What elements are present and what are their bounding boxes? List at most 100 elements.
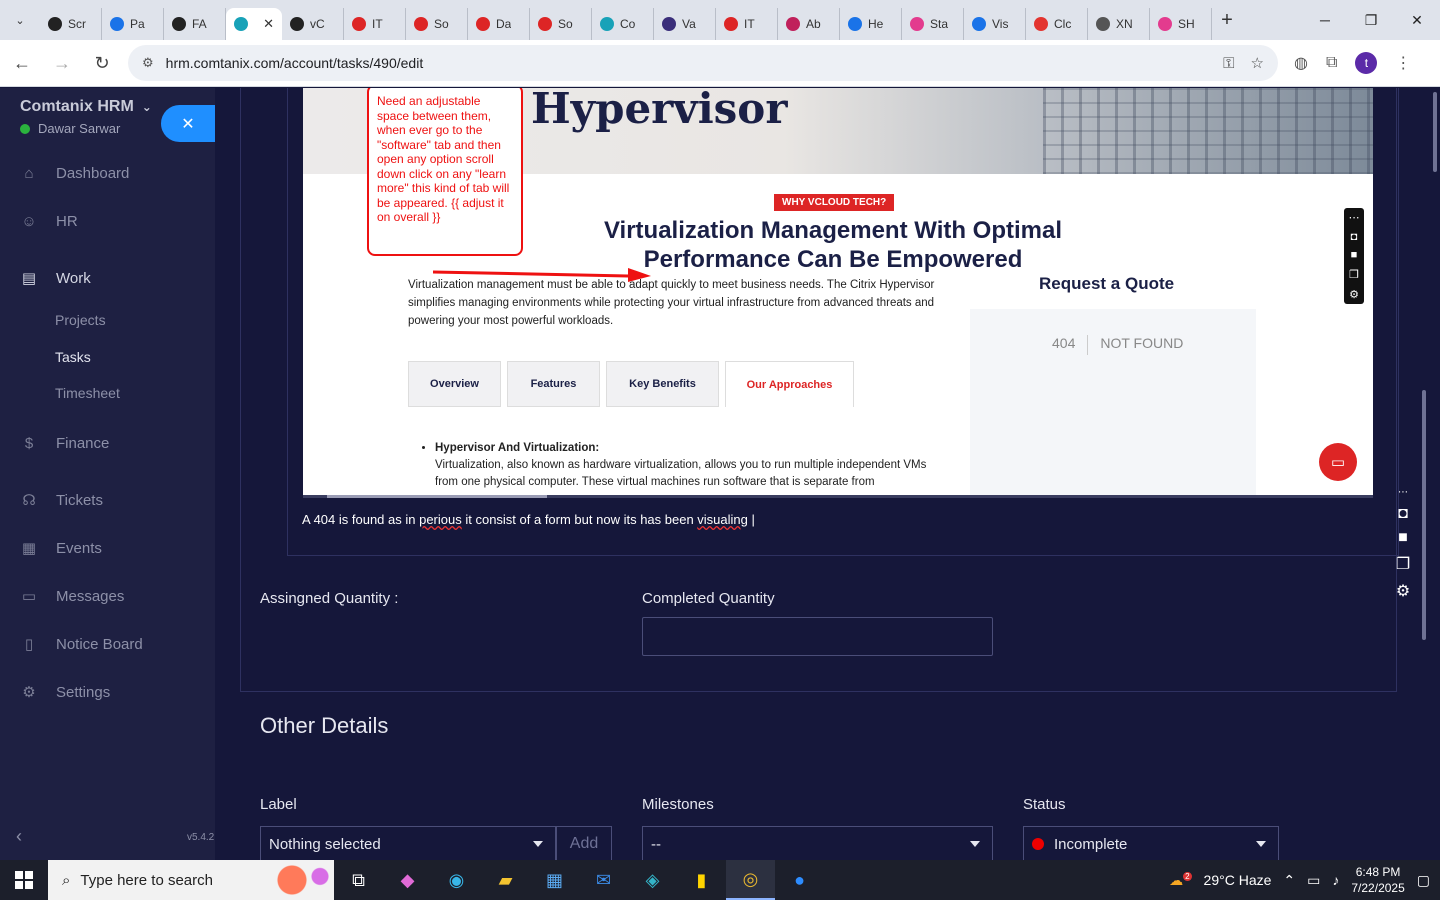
browser-tab[interactable]: Pa: [102, 8, 164, 40]
omnibox[interactable]: ⚙ hrm.comtanix.com/account/tasks/490/edi…: [128, 45, 1278, 81]
task-view-icon[interactable]: ⧉: [334, 860, 383, 900]
video-icon[interactable]: ■: [1398, 529, 1408, 547]
bookmark-star-icon[interactable]: ☆: [1251, 54, 1264, 72]
page-scrollbar-thumb[interactable]: [1422, 390, 1426, 640]
sidebar-item-settings[interactable]: ⚙ Settings: [20, 683, 111, 702]
outer-scrollbar-thumb[interactable]: [1433, 92, 1437, 172]
completed-quantity-input[interactable]: [642, 617, 993, 656]
tab-favicon-icon: [600, 17, 614, 31]
file-explorer-icon[interactable]: ▰: [481, 860, 530, 900]
app-diamond-icon[interactable]: ◈: [628, 860, 677, 900]
sidebar-subitem-tasks[interactable]: Tasks: [55, 349, 91, 365]
weather-text[interactable]: 29°C Haze: [1204, 872, 1272, 888]
chrome-menu-icon[interactable]: ⋮: [1395, 53, 1411, 73]
close-sidebar-button[interactable]: ✕: [161, 105, 215, 142]
sidebar-item-finance[interactable]: $ Finance: [20, 435, 110, 452]
label-select[interactable]: Nothing selected: [260, 826, 556, 860]
milestones-select[interactable]: --: [642, 826, 993, 860]
browser-tab[interactable]: vC: [282, 8, 344, 40]
sidebar-item-messages[interactable]: ▭ Messages: [20, 587, 124, 606]
tab-label: vC: [310, 17, 325, 31]
collapse-sidebar-icon[interactable]: ‹: [16, 826, 22, 847]
browser-tab[interactable]: Co: [592, 8, 654, 40]
new-tab-button[interactable]: +: [1212, 9, 1242, 32]
copy-icon: ❐: [1349, 269, 1359, 282]
tab-label: So: [434, 17, 449, 31]
browser-tab[interactable]: FA: [164, 8, 226, 40]
chrome-icon[interactable]: ◎: [726, 860, 775, 900]
description-text[interactable]: A 404 is found as in perious it consist …: [302, 512, 755, 527]
copy-icon[interactable]: ❐: [1396, 554, 1410, 574]
misspelled-word: perious: [419, 512, 462, 527]
milestones-label: Milestones: [642, 796, 714, 813]
address-bar: ← → ↻ ⚙ hrm.comtanix.com/account/tasks/4…: [0, 40, 1440, 87]
weather-icon[interactable]: ☁ 2: [1169, 872, 1192, 889]
sidebar-item-work[interactable]: ▤ Work: [20, 269, 91, 288]
sidebar-item-label: Tickets: [56, 491, 103, 509]
browser-tab[interactable]: Clc: [1026, 8, 1088, 40]
forward-icon[interactable]: →: [44, 45, 80, 81]
url-text[interactable]: hrm.comtanix.com/account/tasks/490/edit: [166, 55, 1207, 71]
sidebar-item-dashboard[interactable]: ⌂ Dashboard: [20, 165, 129, 182]
browser-tab[interactable]: Da: [468, 8, 530, 40]
window-close-icon[interactable]: ✕: [1394, 0, 1440, 40]
back-icon[interactable]: ←: [4, 45, 40, 81]
link-icon[interactable]: ⋯: [1398, 487, 1408, 498]
store-icon[interactable]: ▦: [530, 860, 579, 900]
browser-tab[interactable]: IT: [716, 8, 778, 40]
browser-tab[interactable]: SH: [1150, 8, 1212, 40]
windows-start-icon[interactable]: [0, 860, 48, 900]
sidebar-item-notice-board[interactable]: ▯ Notice Board: [20, 635, 143, 654]
edge-icon[interactable]: ◉: [432, 860, 481, 900]
system-tray: ☁ 2 29°C Haze ⌃ ▭ ♪ 6:48 PM 7/22/2025 ▢: [1169, 864, 1440, 896]
browser-tab[interactable]: XN: [1088, 8, 1150, 40]
restore-icon[interactable]: ❐: [1348, 0, 1394, 40]
camera-icon[interactable]: ◘: [1398, 505, 1408, 523]
taskbar-search-placeholder: Type here to search: [80, 871, 213, 889]
profile-avatar[interactable]: t: [1355, 52, 1378, 74]
notifications-icon[interactable]: ▢: [1417, 872, 1430, 889]
zoom-icon[interactable]: ●: [775, 860, 824, 900]
taskbar-search[interactable]: ⌕ Type here to search: [48, 860, 334, 900]
minimize-icon[interactable]: ─: [1302, 0, 1348, 40]
sidebar-item-tickets[interactable]: ☊ Tickets: [20, 491, 103, 510]
dollar-icon: $: [24, 435, 34, 452]
browser-tab[interactable]: IT: [344, 8, 406, 40]
network-icon[interactable]: ▭: [1307, 872, 1320, 889]
sidebar-subitem-projects[interactable]: Projects: [55, 312, 106, 328]
volume-icon[interactable]: ♪: [1332, 872, 1339, 888]
reload-icon[interactable]: ↻: [84, 45, 120, 81]
chevron-up-icon[interactable]: ⌃: [1283, 872, 1295, 889]
text-segment: A 404 is found as in: [302, 512, 420, 527]
browser-tab[interactable]: So: [530, 8, 592, 40]
screenshot-bullet: Hypervisor And Virtualization: Virtualiz…: [423, 440, 943, 491]
sidebar-item-events[interactable]: ▦ Events: [20, 539, 102, 558]
browser-tab[interactable]: Vis: [964, 8, 1026, 40]
browser-tab[interactable]: Scr: [40, 8, 102, 40]
status-select[interactable]: Incomplete: [1023, 826, 1279, 860]
browser-tab[interactable]: ✕: [226, 8, 282, 40]
sidebar-item-label: Settings: [56, 683, 111, 701]
browser-tab[interactable]: Sta: [902, 8, 964, 40]
gear-icon[interactable]: ⚙: [1396, 581, 1410, 601]
browser-tab[interactable]: Va: [654, 8, 716, 40]
sticky-notes-icon[interactable]: ▮: [677, 860, 726, 900]
screenshot-paragraph: Virtualization management must be able t…: [408, 279, 935, 327]
clock[interactable]: 6:48 PM 7/22/2025: [1351, 864, 1404, 896]
clock-time: 6:48 PM: [1355, 865, 1401, 879]
tab-close-icon[interactable]: ✕: [263, 16, 274, 32]
copilot-icon[interactable]: ◆: [383, 860, 432, 900]
browser-tab[interactable]: So: [406, 8, 468, 40]
add-label-button[interactable]: Add: [556, 826, 612, 860]
translate-icon[interactable]: ◍: [1294, 53, 1308, 73]
mail-icon[interactable]: ✉: [579, 860, 628, 900]
site-settings-icon[interactable]: ⚙: [142, 55, 154, 71]
extensions-icon[interactable]: ⧉: [1326, 54, 1337, 72]
browser-tab[interactable]: He: [840, 8, 902, 40]
sidebar-item-hr[interactable]: ☺ HR: [20, 213, 77, 230]
password-key-icon[interactable]: ⚿: [1223, 55, 1234, 72]
browser-tab[interactable]: Ab: [778, 8, 840, 40]
tab-search-chevron-icon[interactable]: ⌄: [0, 0, 40, 40]
brand-menu[interactable]: Comtanix HRM ⌄: [20, 98, 152, 116]
sidebar-subitem-timesheet[interactable]: Timesheet: [55, 385, 120, 401]
